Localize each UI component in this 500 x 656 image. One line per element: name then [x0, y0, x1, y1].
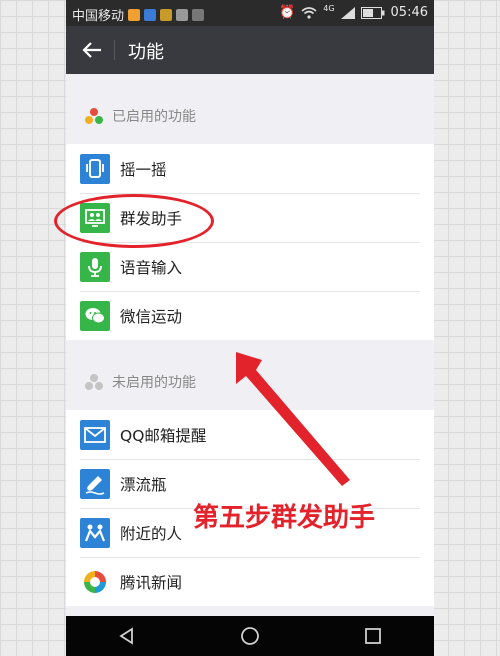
annotation-arrow: [236, 352, 350, 486]
annotation-text: 第五步群发助手: [193, 503, 376, 533]
